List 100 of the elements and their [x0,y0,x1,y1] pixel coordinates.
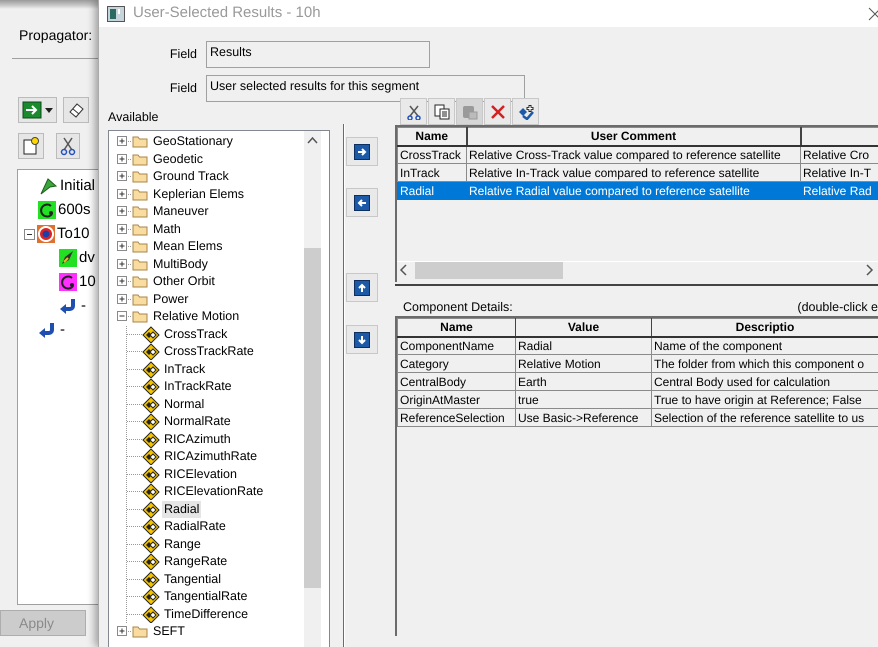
copy-button[interactable] [428,98,455,125]
tree-item[interactable]: Math [151,220,183,238]
orbit-icon [38,201,56,219]
table-cell: Radial [516,336,652,354]
vertical-scrollbar[interactable] [304,131,321,647]
scrollbar-thumb[interactable] [304,248,321,588]
expand-icon[interactable] [117,294,132,305]
tree-item[interactable]: Mean Elems [151,238,224,256]
expand-icon[interactable] [117,171,132,182]
expand-icon[interactable] [117,224,132,235]
tree-item[interactable]: 600s [58,198,91,222]
column-header[interactable]: Value [516,318,652,336]
eraser-icon [67,101,85,119]
delete-button[interactable] [484,98,511,125]
tree-item[interactable]: - [81,294,86,318]
flag-icon [38,177,58,195]
run-button[interactable] [18,97,57,123]
scrollbar-thumb[interactable] [415,262,563,278]
tree-item[interactable]: RangeRate [162,553,230,570]
tree-item[interactable]: Range [162,536,203,553]
paste-icon [462,104,478,120]
column-header[interactable]: User Comment [466,128,800,146]
move-up-button[interactable] [346,273,378,302]
folder-icon [132,275,148,288]
add-button[interactable] [512,98,539,125]
tree-item[interactable]: Radial [162,500,202,518]
tree-item[interactable]: To10 [57,222,90,246]
expand-icon[interactable] [117,241,132,252]
tree-item[interactable]: Other Orbit [151,273,217,290]
arrow-right-icon [354,144,370,160]
column-header[interactable]: Name [398,128,466,146]
tree-item[interactable]: RICElevationRate [162,483,266,500]
diamond-icon [142,588,160,606]
tree-item[interactable]: RICAzimuthRate [162,448,260,466]
text-field[interactable]: User selected results for this segment [206,75,525,102]
table-row[interactable]: CrossTrack Relative Cross-Track value compared to reference satellite Relative Cro [398,146,878,164]
propagator-label: Propagator: [19,26,92,45]
tree-item[interactable]: RadialRate [162,518,228,536]
column-header[interactable]: Descriptio [652,318,878,336]
hint-text: (double-click e [797,300,878,316]
tree-item[interactable]: GeoStationary [151,133,235,150]
tree-item[interactable]: TimeDifference [162,606,250,623]
tree-item[interactable]: Geodetic [151,150,206,168]
scroll-up-icon[interactable] [307,136,318,144]
tree-item[interactable]: Normal [162,396,206,413]
expand-icon[interactable] [117,258,132,270]
collapse-icon[interactable] [117,311,132,322]
collapse-icon[interactable] [24,228,35,240]
horizontal-scrollbar[interactable] [397,261,878,278]
text-field[interactable]: Results [206,41,430,68]
move-down-button[interactable] [346,325,378,354]
diamond-icon [142,500,160,518]
tree-item[interactable]: Maneuver [151,203,211,220]
diamond-icon [142,570,160,588]
arrow-down-icon [354,332,370,348]
expand-icon[interactable] [117,188,132,200]
tree-item[interactable]: Initial [60,174,96,198]
tree-item[interactable]: CrossTrack [162,326,230,343]
rocket-icon [59,249,77,267]
diamond-icon [142,448,160,466]
tree-item[interactable]: CrossTrackRate [162,343,256,360]
diamond-icon [142,396,160,413]
table-cell: Category [398,354,516,372]
tree-item[interactable]: Keplerian Elems [151,186,246,203]
new-button[interactable] [18,133,44,159]
tree-item[interactable]: SEFT [151,623,187,640]
tree-item[interactable]: Tangential [162,570,223,588]
expand-icon[interactable] [117,136,132,148]
tree-item[interactable]: NormalRate [162,413,233,430]
table-cell: ComponentName [398,336,516,354]
tree-item[interactable]: RICElevation [162,466,239,483]
cut-button[interactable] [400,98,427,125]
expand-icon[interactable] [117,626,132,638]
new-document-icon [22,136,40,156]
target-icon [37,225,55,243]
tree-item[interactable]: TangentialRate [162,588,250,606]
folder-icon [132,258,148,271]
tree-item[interactable]: MultiBody [151,256,210,273]
tree-item[interactable]: RICAzimuth [162,430,233,448]
move-right-button[interactable] [346,137,378,166]
tree-item[interactable]: - [60,318,65,342]
expand-icon[interactable] [117,206,132,218]
tree-item[interactable]: Ground Track [151,168,231,186]
move-left-button[interactable] [346,188,378,217]
table-cell: CrossTrack [398,146,466,164]
cut-button[interactable] [56,133,80,159]
table-row[interactable]: Radial Relative Radial value compared to reference satellite Relative Rad [398,182,878,200]
expand-icon[interactable] [117,154,132,165]
tree-item[interactable]: 10 [79,270,96,294]
column-header[interactable]: Name [398,318,516,336]
arrow-up-icon [354,280,370,296]
tree-item[interactable]: InTrack [162,360,208,378]
diamond-icon [142,483,160,500]
tree-item[interactable]: Power [151,290,190,308]
tree-item[interactable]: Relative Motion [151,308,242,326]
close-icon[interactable] [868,6,878,20]
eraser-button[interactable] [63,97,89,123]
expand-icon[interactable] [117,276,132,288]
tree-item[interactable]: dv [79,246,95,270]
tree-item[interactable]: InTrackRate [162,378,234,396]
